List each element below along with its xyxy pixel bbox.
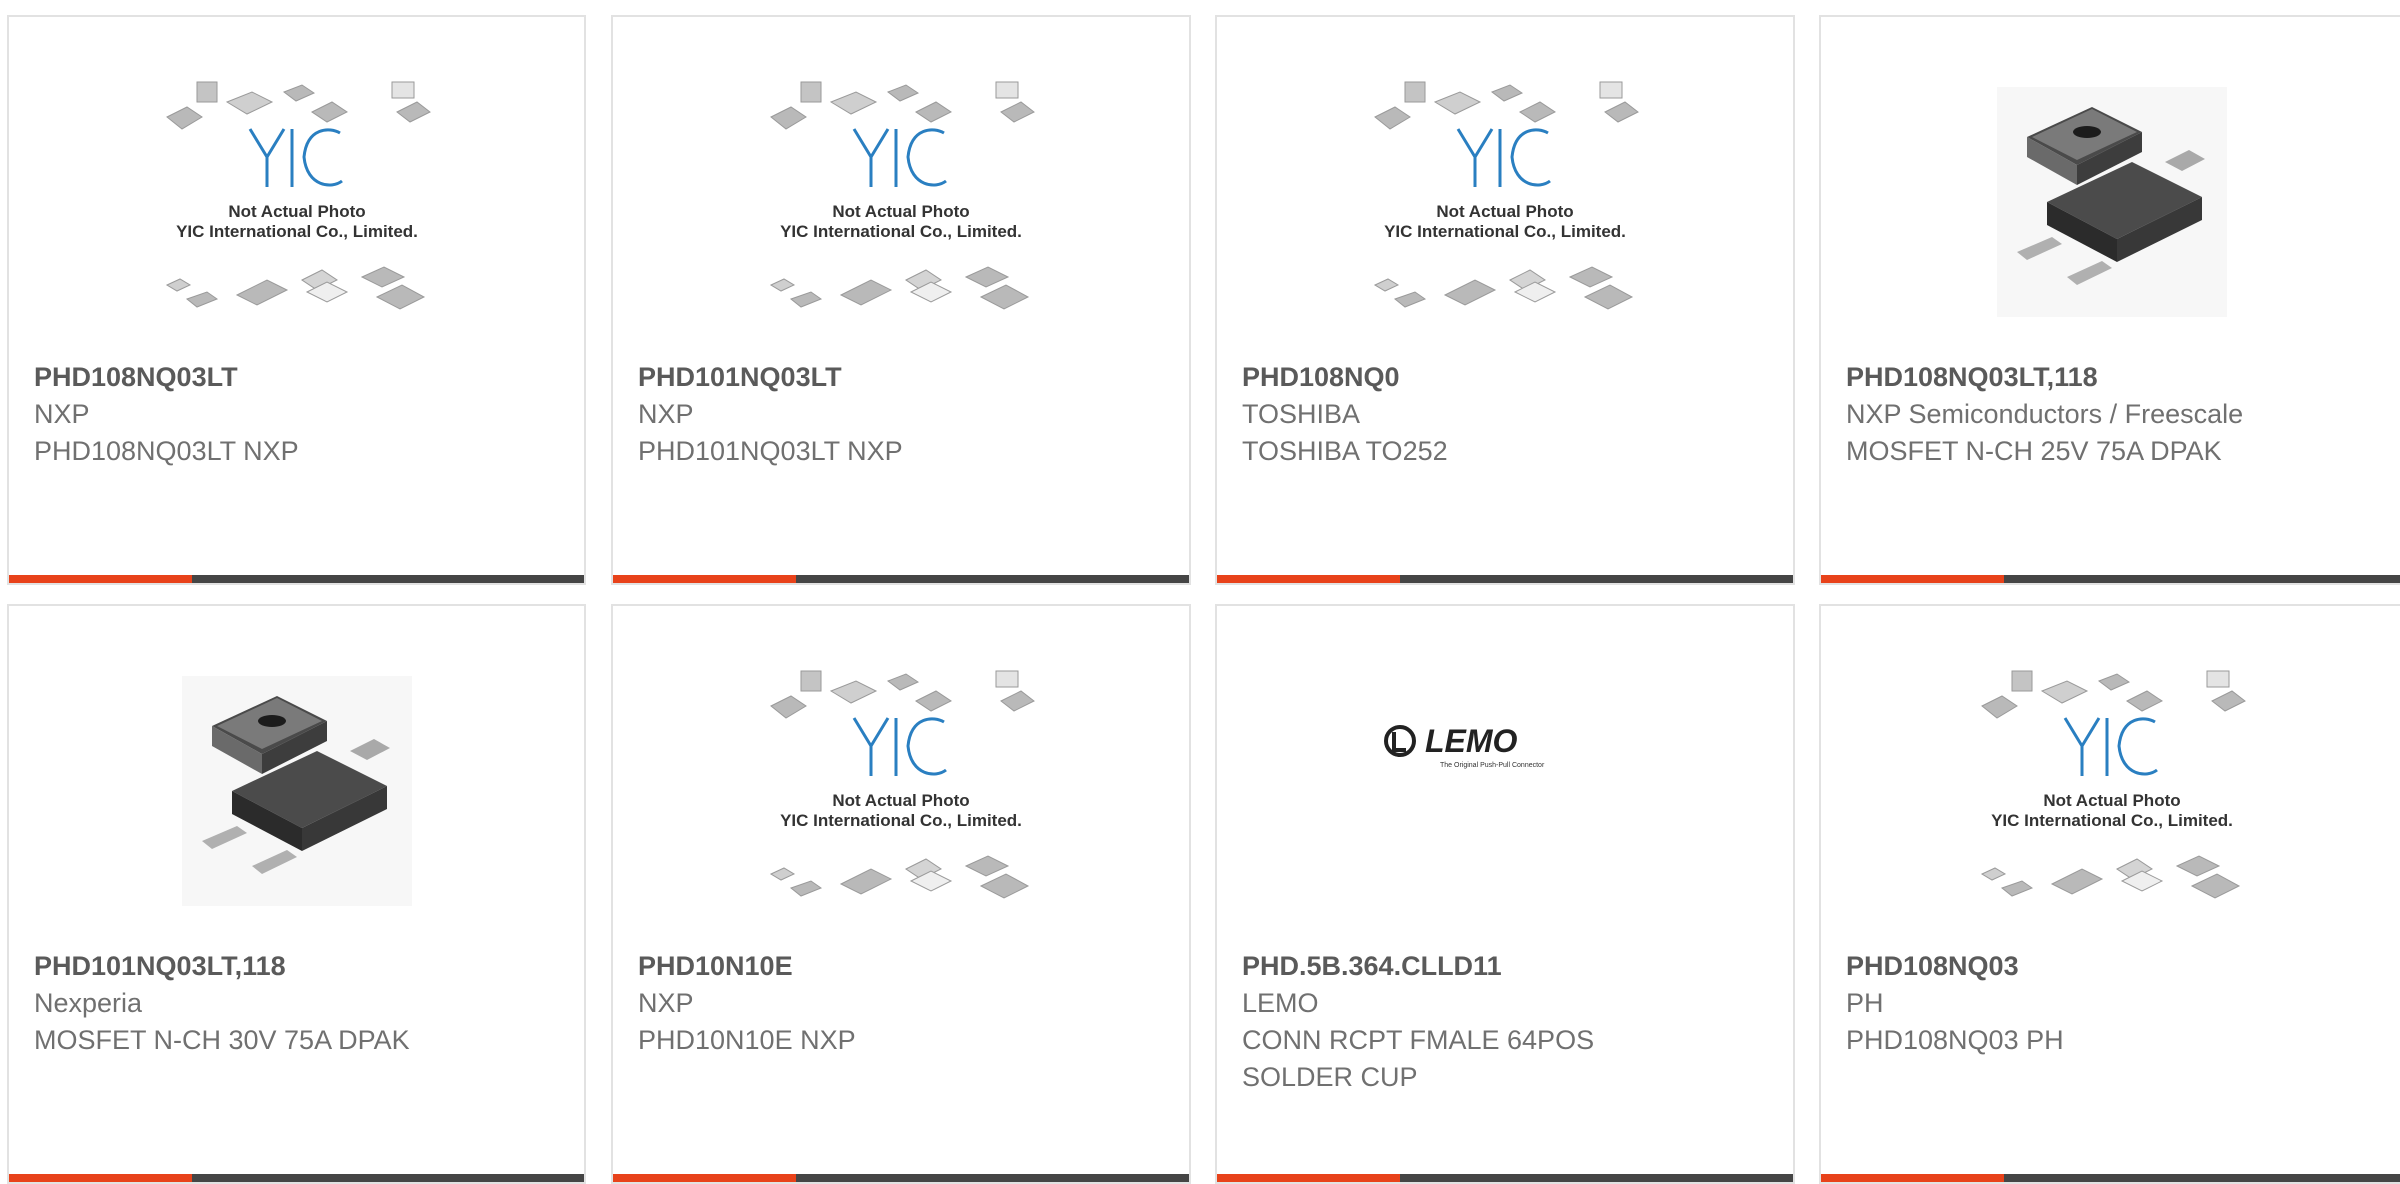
yic-placeholder-image[interactable]: Not Actual Photo YIC International Co., … [766,666,1036,916]
manufacturer: NXP [638,399,694,429]
card-accent-bar [1821,1174,2004,1182]
yic-logo-mark [852,717,890,776]
yic-logo-mark [852,128,890,187]
placeholder-caption-2: YIC International Co., Limited. [780,811,1022,830]
lemo-logo-text: LEMO [1425,723,1518,759]
product-info: PHD108NQ0 TOSHIBA TOSHIBA TO252 [1242,359,1773,470]
card-accent-bar [613,575,796,583]
card-accent-bar [9,575,192,583]
card-bottom-bar [1821,575,2400,583]
description-line: PHD108NQ03LT NXP [34,436,299,466]
placeholder-caption-2: YIC International Co., Limited. [176,222,418,241]
description-line: CONN RCPT FMALE 64POS [1242,1025,1595,1055]
card-accent-bar [613,1174,796,1182]
description-line: MOSFET N-CH 25V 75A DPAK [1846,436,2222,466]
lemo-logo-image[interactable]: LEMO The Original Push-Pull Connector [1370,666,1640,916]
part-number[interactable]: PHD108NQ03LT,118 [1846,359,2382,396]
manufacturer: NXP Semiconductors / Freescale [1846,399,2244,429]
product-card[interactable]: PHD101NQ03LT,118 Nexperia MOSFET N-CH 30V … [7,604,586,1184]
dpak-package-image[interactable] [162,666,432,916]
card-accent-bar [9,1174,192,1182]
product-card[interactable]: Not Actual Photo YIC International Co., … [1819,604,2400,1184]
yic-placeholder-image[interactable]: Not Actual Photo YIC International Co., … [766,77,1036,327]
manufacturer: Nexperia [34,988,143,1018]
product-info: PHD101NQ03LT NXP PHD101NQ03LT NXP [638,359,1169,470]
description-line: PHD108NQ03 PH [1846,1025,2064,1055]
placeholder-caption-1: Not Actual Photo [832,202,969,221]
card-bottom-bar [1821,1174,2400,1182]
card-accent-bar [1217,575,1400,583]
product-info: PHD.5B.364.CLLD11 LEMO CONN RCPT FMALE 64P… [1242,948,1773,1096]
product-card[interactable]: PHD108NQ03LT,118 NXP Semiconductors / Fre… [1819,15,2400,585]
yic-logo-mark [248,128,285,187]
card-accent-bar [1821,575,2004,583]
product-info: PHD108NQ03 PH PHD108NQ03 PH [1846,948,2382,1059]
placeholder-caption-2: YIC International Co., Limited. [780,222,1022,241]
description-line: PHD101NQ03LT NXP [638,436,903,466]
yic-placeholder-image[interactable]: Not Actual Photo YIC International Co., … [162,77,432,327]
product-info: PHD101NQ03LT,118 Nexperia MOSFET N-CH 30V … [34,948,564,1059]
part-number[interactable]: PHD108NQ03 [1846,948,2382,985]
dpak-package-image[interactable] [1977,77,2247,327]
part-number[interactable]: PHD108NQ0 [1242,359,1773,396]
card-bottom-bar [1217,575,1793,583]
lemo-tagline: The Original Push-Pull Connector [1440,762,1545,769]
product-info: PHD108NQ03LT NXP PHD108NQ03LT NXP [34,359,564,470]
manufacturer: TOSHIBA [1242,399,1361,429]
description-line: MOSFET N-CH 30V 75A DPAK [34,1025,410,1055]
part-number[interactable]: PHD101NQ03LT,118 [34,948,564,985]
product-info: PHD10N10E NXP PHD10N10E NXP [638,948,1169,1059]
card-bottom-bar [1217,1174,1793,1182]
manufacturer: PH [1846,988,1884,1018]
part-number[interactable]: PHD101NQ03LT [638,359,1169,396]
product-card[interactable]: Not Actual Photo YIC International Co., … [1215,15,1795,585]
placeholder-caption-1: Not Actual Photo [2043,791,2180,810]
yic-logo-mark [2063,717,2100,776]
part-number[interactable]: PHD108NQ03LT [34,359,564,396]
description-line: SOLDER CUP [1242,1062,1418,1092]
product-info: PHD108NQ03LT,118 NXP Semiconductors / Fre… [1846,359,2382,470]
product-card[interactable]: Not Actual Photo YIC International Co., … [611,15,1191,585]
manufacturer: NXP [638,988,694,1018]
part-number[interactable]: PHD.5B.364.CLLD11 [1242,948,1773,985]
description-line: PHD10N10E NXP [638,1025,856,1055]
yic-placeholder-image[interactable]: Not Actual Photo YIC International Co., … [1370,77,1640,327]
description-line: TOSHIBA TO252 [1242,436,1448,466]
card-bottom-bar [9,1174,584,1182]
manufacturer: LEMO [1242,988,1319,1018]
part-number[interactable]: PHD10N10E [638,948,1169,985]
placeholder-caption-1: Not Actual Photo [228,202,365,221]
product-card[interactable]: Not Actual Photo YIC International Co., … [7,15,586,585]
manufacturer: NXP [34,399,90,429]
placeholder-caption-1: Not Actual Photo [832,791,969,810]
product-card[interactable]: LEMO The Original Push-Pull Connector PH… [1215,604,1795,1184]
yic-logo-mark [1456,128,1494,187]
placeholder-caption-1: Not Actual Photo [1436,202,1573,221]
placeholder-caption-2: YIC International Co., Limited. [1384,222,1626,241]
placeholder-caption-2: YIC International Co., Limited. [1991,811,2233,830]
card-bottom-bar [613,575,1189,583]
card-bottom-bar [9,575,584,583]
card-bottom-bar [613,1174,1189,1182]
product-card[interactable]: Not Actual Photo YIC International Co., … [611,604,1191,1184]
card-accent-bar [1217,1174,1400,1182]
yic-placeholder-image[interactable]: Not Actual Photo YIC International Co., … [1977,666,2247,916]
